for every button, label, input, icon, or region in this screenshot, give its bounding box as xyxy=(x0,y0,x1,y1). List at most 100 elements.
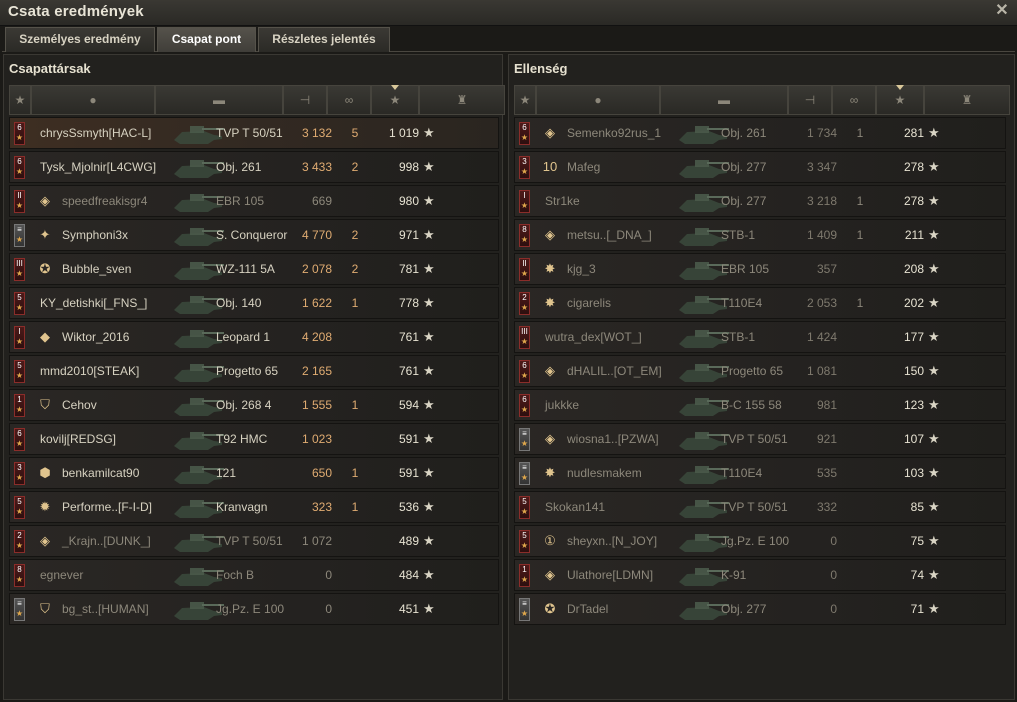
tank-icon[interactable]: ▬ xyxy=(660,85,788,115)
score-value: 123 xyxy=(903,398,924,412)
tank-icon[interactable]: ▬ xyxy=(155,85,283,115)
table-row[interactable]: ≡ ★ ✸ nudlesmakem T110E4 535 103 ★ xyxy=(514,457,1006,489)
medal-icon[interactable]: ♜ xyxy=(924,85,1010,115)
table-row[interactable]: 5 ★ ① sheyxn..[N_JOY] Jg.Pz. E 100 0 75 ★ xyxy=(514,525,1006,557)
table-row[interactable]: 5 ★ mmd2010[STEAK] Progetto 65 2 165 761 ★ xyxy=(9,355,499,387)
achievement-mark-icon: ◈ xyxy=(40,193,50,208)
score-star-icon[interactable]: ★ xyxy=(876,85,924,115)
damage-value: 2 165 xyxy=(301,364,332,378)
score-star-icon: ★ xyxy=(928,567,940,582)
tank-name: STB-1 xyxy=(721,330,756,344)
rank-icon[interactable]: ★ xyxy=(514,85,536,115)
table-row[interactable]: II ★ ◈ speedfreakisgr4 EBR 105 669 980 ★ xyxy=(9,185,499,217)
table-row[interactable]: 2 ★ ✸ cigarelis T110E4 2 053 1 202 ★ xyxy=(514,287,1006,319)
rank-icon[interactable]: ★ xyxy=(9,85,31,115)
rank-badge-icon: I ★ xyxy=(14,326,25,349)
achievement-mark-icon: ◈ xyxy=(545,363,555,378)
table-row[interactable]: 6 ★ ◈ dHALIL..[OT_EM] Progetto 65 1 081 150 ★ xyxy=(514,355,1006,387)
tab-detailed-report[interactable]: Részletes jelentés xyxy=(258,27,390,52)
player-name: KY_detishki[_FNS_] xyxy=(40,296,148,310)
table-row[interactable]: 6 ★ kovilj[REDSG] T92 HMC 1 023 591 ★ xyxy=(9,423,499,455)
rank-badge-icon: ≡ ★ xyxy=(14,598,25,621)
rank-badge-icon: 5 ★ xyxy=(14,360,25,383)
kills-value: 1 xyxy=(351,466,359,480)
tank-name: TVP T 50/51 xyxy=(721,432,788,446)
kills-value: 1 xyxy=(856,126,864,140)
table-row[interactable]: 6 ★ Tysk_Mjolnir[L4CWG] Obj. 261 3 433 2 998 ★ xyxy=(9,151,499,183)
tank-name: Obj. 261 xyxy=(216,160,262,174)
tank-name: TVP T 50/51 xyxy=(721,500,788,514)
allies-panel: Csapattársak ★ ● ▬ ⊣ ∞ ★ ♜ 6 ★ chrysSsmyth[HAC-L… xyxy=(3,54,505,700)
rank-badge-icon: ≡ ★ xyxy=(519,598,530,621)
player-name: nudlesmakem xyxy=(567,466,642,480)
score-star-icon: ★ xyxy=(928,499,940,514)
damage-value: 981 xyxy=(816,398,837,412)
player-name: kovilj[REDSG] xyxy=(40,432,117,446)
table-row[interactable]: 6 ★ ◈ Semenko92rus_1 Obj. 261 1 734 1 281 ★ xyxy=(514,117,1006,149)
player-name: Str1ke xyxy=(545,194,580,208)
player-name: bg_st..[HUMAN] xyxy=(62,602,149,616)
table-row[interactable]: ≡ ★ ⛉ bg_st..[HUMAN] Jg.Pz. E 100 0 451 ★ xyxy=(9,593,499,625)
table-row[interactable]: III ★ ✪ Bubble_sven WZ-111 5A 2 078 2 781 ★ xyxy=(9,253,499,285)
score-value: 150 xyxy=(903,364,924,378)
score-star-icon[interactable]: ★ xyxy=(371,85,419,115)
tank-name: Obj. 277 xyxy=(721,602,767,616)
score-value: 74 xyxy=(910,568,924,582)
score-value: 451 xyxy=(398,602,419,616)
kills-icon[interactable]: ∞ xyxy=(832,85,876,115)
score-star-icon: ★ xyxy=(423,227,435,242)
damage-value: 669 xyxy=(311,194,332,208)
score-star-icon: ★ xyxy=(928,295,940,310)
table-row[interactable]: 1 ★ ⛉ Cehov Obj. 268 4 1 555 1 594 ★ xyxy=(9,389,499,421)
score-value: 208 xyxy=(903,262,924,276)
table-row[interactable]: 3 ★ 10 Mafeg Obj. 277 3 347 278 ★ xyxy=(514,151,1006,183)
table-row[interactable]: 2 ★ ◈ _Krajn..[DUNK_] TVP T 50/51 1 072 489 ★ xyxy=(9,525,499,557)
table-row[interactable]: ≡ ★ ◈ wiosna1..[PZWA] TVP T 50/51 921 107 ★ xyxy=(514,423,1006,455)
damage-value: 1 622 xyxy=(301,296,332,310)
table-row[interactable]: 5 ★ KY_detishki[_FNS_] Obj. 140 1 622 1 778 ★ xyxy=(9,287,499,319)
tank-name: Leopard 1 xyxy=(216,330,271,344)
damage-value: 0 xyxy=(325,568,332,582)
score-value: 980 xyxy=(398,194,419,208)
achievement-mark-icon: ✸ xyxy=(544,295,556,310)
tank-name: EBR 105 xyxy=(216,194,265,208)
table-row[interactable]: II ★ ✸ kjg_3 EBR 105 357 208 ★ xyxy=(514,253,1006,285)
tab-team-score[interactable]: Csapat pont xyxy=(157,27,256,52)
tab-personal-results[interactable]: Személyes eredmény xyxy=(5,27,155,52)
table-row[interactable]: I ★ ◆ Wiktor_2016 Leopard 1 4 208 761 ★ xyxy=(9,321,499,353)
table-row[interactable]: 5 ★ Skokan141 TVP T 50/51 332 85 ★ xyxy=(514,491,1006,523)
score-value: 594 xyxy=(398,398,419,412)
table-row[interactable]: 6 ★ chrysSsmyth[HAC-L] TVP T 50/51 3 132 5 1 0… xyxy=(9,117,499,149)
achievement-mark-icon: ✦ xyxy=(39,227,51,242)
tank-name: Obj. 277 xyxy=(721,194,767,208)
kills-icon[interactable]: ∞ xyxy=(327,85,371,115)
table-row[interactable]: 1 ★ ◈ Ulathore[LDMN] K-91 0 74 ★ xyxy=(514,559,1006,591)
table-row[interactable]: ≡ ★ ✦ Symphoni3x S. Conqueror 4 770 2 971 ★ xyxy=(9,219,499,251)
table-row[interactable]: 8 ★ ◈ metsu..[_DNA_] STB-1 1 409 1 211 ★ xyxy=(514,219,1006,251)
table-row[interactable]: ≡ ★ ✪ DrTadel Obj. 277 0 71 ★ xyxy=(514,593,1006,625)
player-name: Bubble_sven xyxy=(62,262,132,276)
score-star-icon: ★ xyxy=(423,329,435,344)
table-row[interactable]: 6 ★ jukkke B-C 155 58 981 123 ★ xyxy=(514,389,1006,421)
table-row[interactable]: I ★ Str1ke Obj. 277 3 218 1 278 ★ xyxy=(514,185,1006,217)
damage-icon[interactable]: ⊣ xyxy=(283,85,327,115)
tank-name: Kranvagn xyxy=(216,500,268,514)
score-star-icon: ★ xyxy=(928,193,940,208)
player-name: mmd2010[STEAK] xyxy=(40,364,140,378)
table-row[interactable]: 5 ★ ✹ Performe..[F-I-D] Kranvagn 323 1 536 ★ xyxy=(9,491,499,523)
achievement-mark-icon: ✸ xyxy=(544,261,556,276)
kills-value: 1 xyxy=(351,296,359,310)
table-row[interactable]: 8 ★ egnever Foch B 0 484 ★ xyxy=(9,559,499,591)
rank-badge-icon: 1 ★ xyxy=(519,564,530,587)
damage-icon[interactable]: ⊣ xyxy=(788,85,832,115)
score-star-icon: ★ xyxy=(928,601,940,616)
player-icon[interactable]: ● xyxy=(536,85,660,115)
close-icon[interactable]: ✕ xyxy=(992,1,1012,21)
score-star-icon: ★ xyxy=(928,363,940,378)
medal-icon[interactable]: ♜ xyxy=(419,85,505,115)
tank-name: Foch B xyxy=(216,568,255,582)
table-row[interactable]: III ★ wutra_dex[WOT_] STB-1 1 424 177 ★ xyxy=(514,321,1006,353)
table-row[interactable]: 3 ★ ⬢ benkamilcat90 121 650 1 591 ★ xyxy=(9,457,499,489)
player-icon[interactable]: ● xyxy=(31,85,155,115)
rank-badge-icon: 8 ★ xyxy=(519,224,530,247)
